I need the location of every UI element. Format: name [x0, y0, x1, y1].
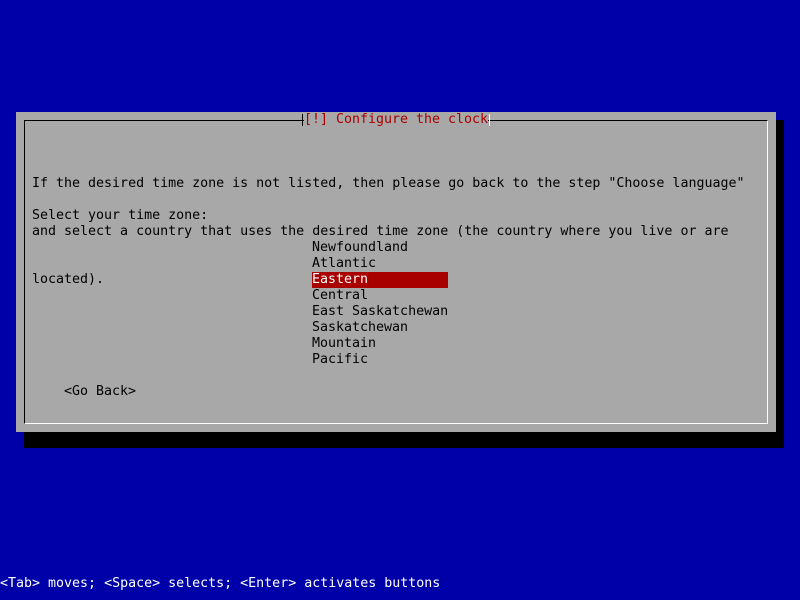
dialog-title-bar: [!] Configure the clock [16, 112, 776, 128]
timezone-prompt: Select your time zone: [32, 208, 209, 223]
timezone-option-eastern[interactable]: Eastern [312, 272, 448, 288]
keyboard-hint-bar: <Tab> moves; <Space> selects; <Enter> ac… [0, 576, 441, 591]
timezone-option-east-saskatchewan[interactable]: East Saskatchewan [312, 304, 448, 320]
timezone-option-saskatchewan[interactable]: Saskatchewan [312, 320, 448, 336]
go-back-button[interactable]: <Go Back> [64, 384, 136, 400]
timezone-option-pacific[interactable]: Pacific [312, 352, 448, 368]
configure-clock-dialog: [!] Configure the clock If the desired t… [16, 112, 776, 432]
timezone-option-atlantic[interactable]: Atlantic [312, 256, 448, 272]
description-line: If the desired time zone is not listed, … [32, 176, 745, 191]
timezone-option-newfoundland[interactable]: Newfoundland [312, 240, 448, 256]
timezone-option-central[interactable]: Central [312, 288, 448, 304]
dialog-title: [!] Configure the clock [301, 112, 491, 128]
timezone-option-mountain[interactable]: Mountain [312, 336, 448, 352]
timezone-list[interactable]: Newfoundland Atlantic Eastern Central Ea… [312, 240, 448, 368]
description-line: and select a country that uses the desir… [32, 224, 729, 239]
